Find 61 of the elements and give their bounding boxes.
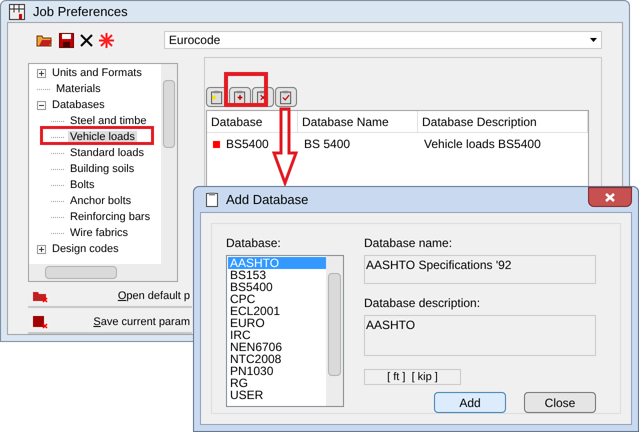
plus-toggle-icon[interactable]: [37, 244, 46, 254]
window-title: Job Preferences: [33, 2, 128, 21]
tree-item[interactable]: Steel and timbe: [68, 114, 148, 128]
list-item[interactable]: EURO: [228, 317, 326, 329]
list-item[interactable]: BS153: [228, 269, 326, 281]
tree-item[interactable]: Databases: [50, 98, 107, 112]
tree-item[interactable]: Bolts: [68, 178, 96, 192]
clipboard-plus-icon: [233, 90, 247, 104]
column-header[interactable]: Database Name: [298, 111, 418, 132]
plus-toggle-icon[interactable]: [37, 68, 46, 78]
add-button[interactable]: Add: [434, 392, 506, 413]
close-button[interactable]: Close: [524, 392, 596, 413]
description-field[interactable]: AASHTO: [364, 315, 596, 356]
x-icon[interactable]: [80, 34, 93, 46]
list-item[interactable]: CPC: [228, 293, 326, 305]
list-item[interactable]: IRC: [228, 329, 326, 341]
tree-item[interactable]: Standard loads: [68, 146, 146, 160]
tree-item[interactable]: Wire fabrics: [68, 226, 130, 240]
list-item[interactable]: ECL2001: [228, 305, 326, 317]
toolbar-button[interactable]: [275, 87, 297, 107]
spark-icon[interactable]: [99, 32, 114, 48]
list-item[interactable]: BS5400: [228, 281, 326, 293]
highlight-frame: [224, 72, 268, 107]
column-header[interactable]: Database Description: [418, 111, 588, 132]
list-item[interactable]: USER: [228, 389, 326, 401]
close-icon: [605, 192, 615, 202]
folder-icon: [32, 289, 48, 303]
minus-toggle-icon[interactable]: [37, 100, 46, 110]
clipboard-check-icon: [279, 90, 293, 104]
clipboard-icon: [206, 192, 218, 207]
list-item[interactable]: PN1030: [228, 365, 326, 377]
tree-item[interactable]: Anchor bolts: [68, 194, 134, 208]
field-label: Database description:: [364, 295, 482, 312]
scroll-bar[interactable]: [29, 264, 177, 281]
tree-item[interactable]: Materials: [54, 82, 103, 96]
scroll-bar[interactable]: [326, 256, 343, 406]
app-icon: [9, 4, 25, 20]
list-item[interactable]: NEN6706: [228, 341, 326, 353]
folder-icon[interactable]: [36, 33, 53, 47]
list-item[interactable]: RG: [228, 377, 326, 389]
tree-item[interactable]: Building soils: [68, 162, 136, 176]
tree-item[interactable]: Design codes: [50, 242, 121, 256]
disk-icon: [32, 315, 48, 329]
table-cell-text: Vehicle loads BS5400: [424, 136, 541, 153]
table-cell-text: BS 5400: [304, 136, 350, 153]
close-button[interactable]: [588, 187, 632, 207]
preset-dropdown[interactable]: Eurocode: [164, 31, 602, 49]
caret-icon: [590, 38, 597, 42]
field-label: Database name:: [364, 235, 454, 252]
list-item[interactable]: NTC2008: [228, 353, 326, 365]
tree-item[interactable]: Reinforcing bars: [68, 210, 152, 224]
name-field[interactable]: AASHTO Specifications '92: [364, 255, 596, 284]
dialog-title: Add Database: [226, 190, 308, 209]
units-field: [ ft ] [ kip ]: [364, 369, 461, 385]
column-header[interactable]: Database: [207, 111, 298, 132]
database-list[interactable]: AASHTO BS153 BS5400 CPC ECL2001 EURO IRC NEN6706 NTC2008 PN1030 RG USER: [226, 255, 344, 407]
field-label: Database:: [226, 235, 282, 252]
tree-item[interactable]: Units and Formats: [50, 66, 144, 80]
tree-item[interactable]: Vehicle loads: [68, 130, 137, 144]
scroll-bar[interactable]: [161, 64, 177, 264]
table-cell-text: BS5400: [226, 136, 269, 153]
